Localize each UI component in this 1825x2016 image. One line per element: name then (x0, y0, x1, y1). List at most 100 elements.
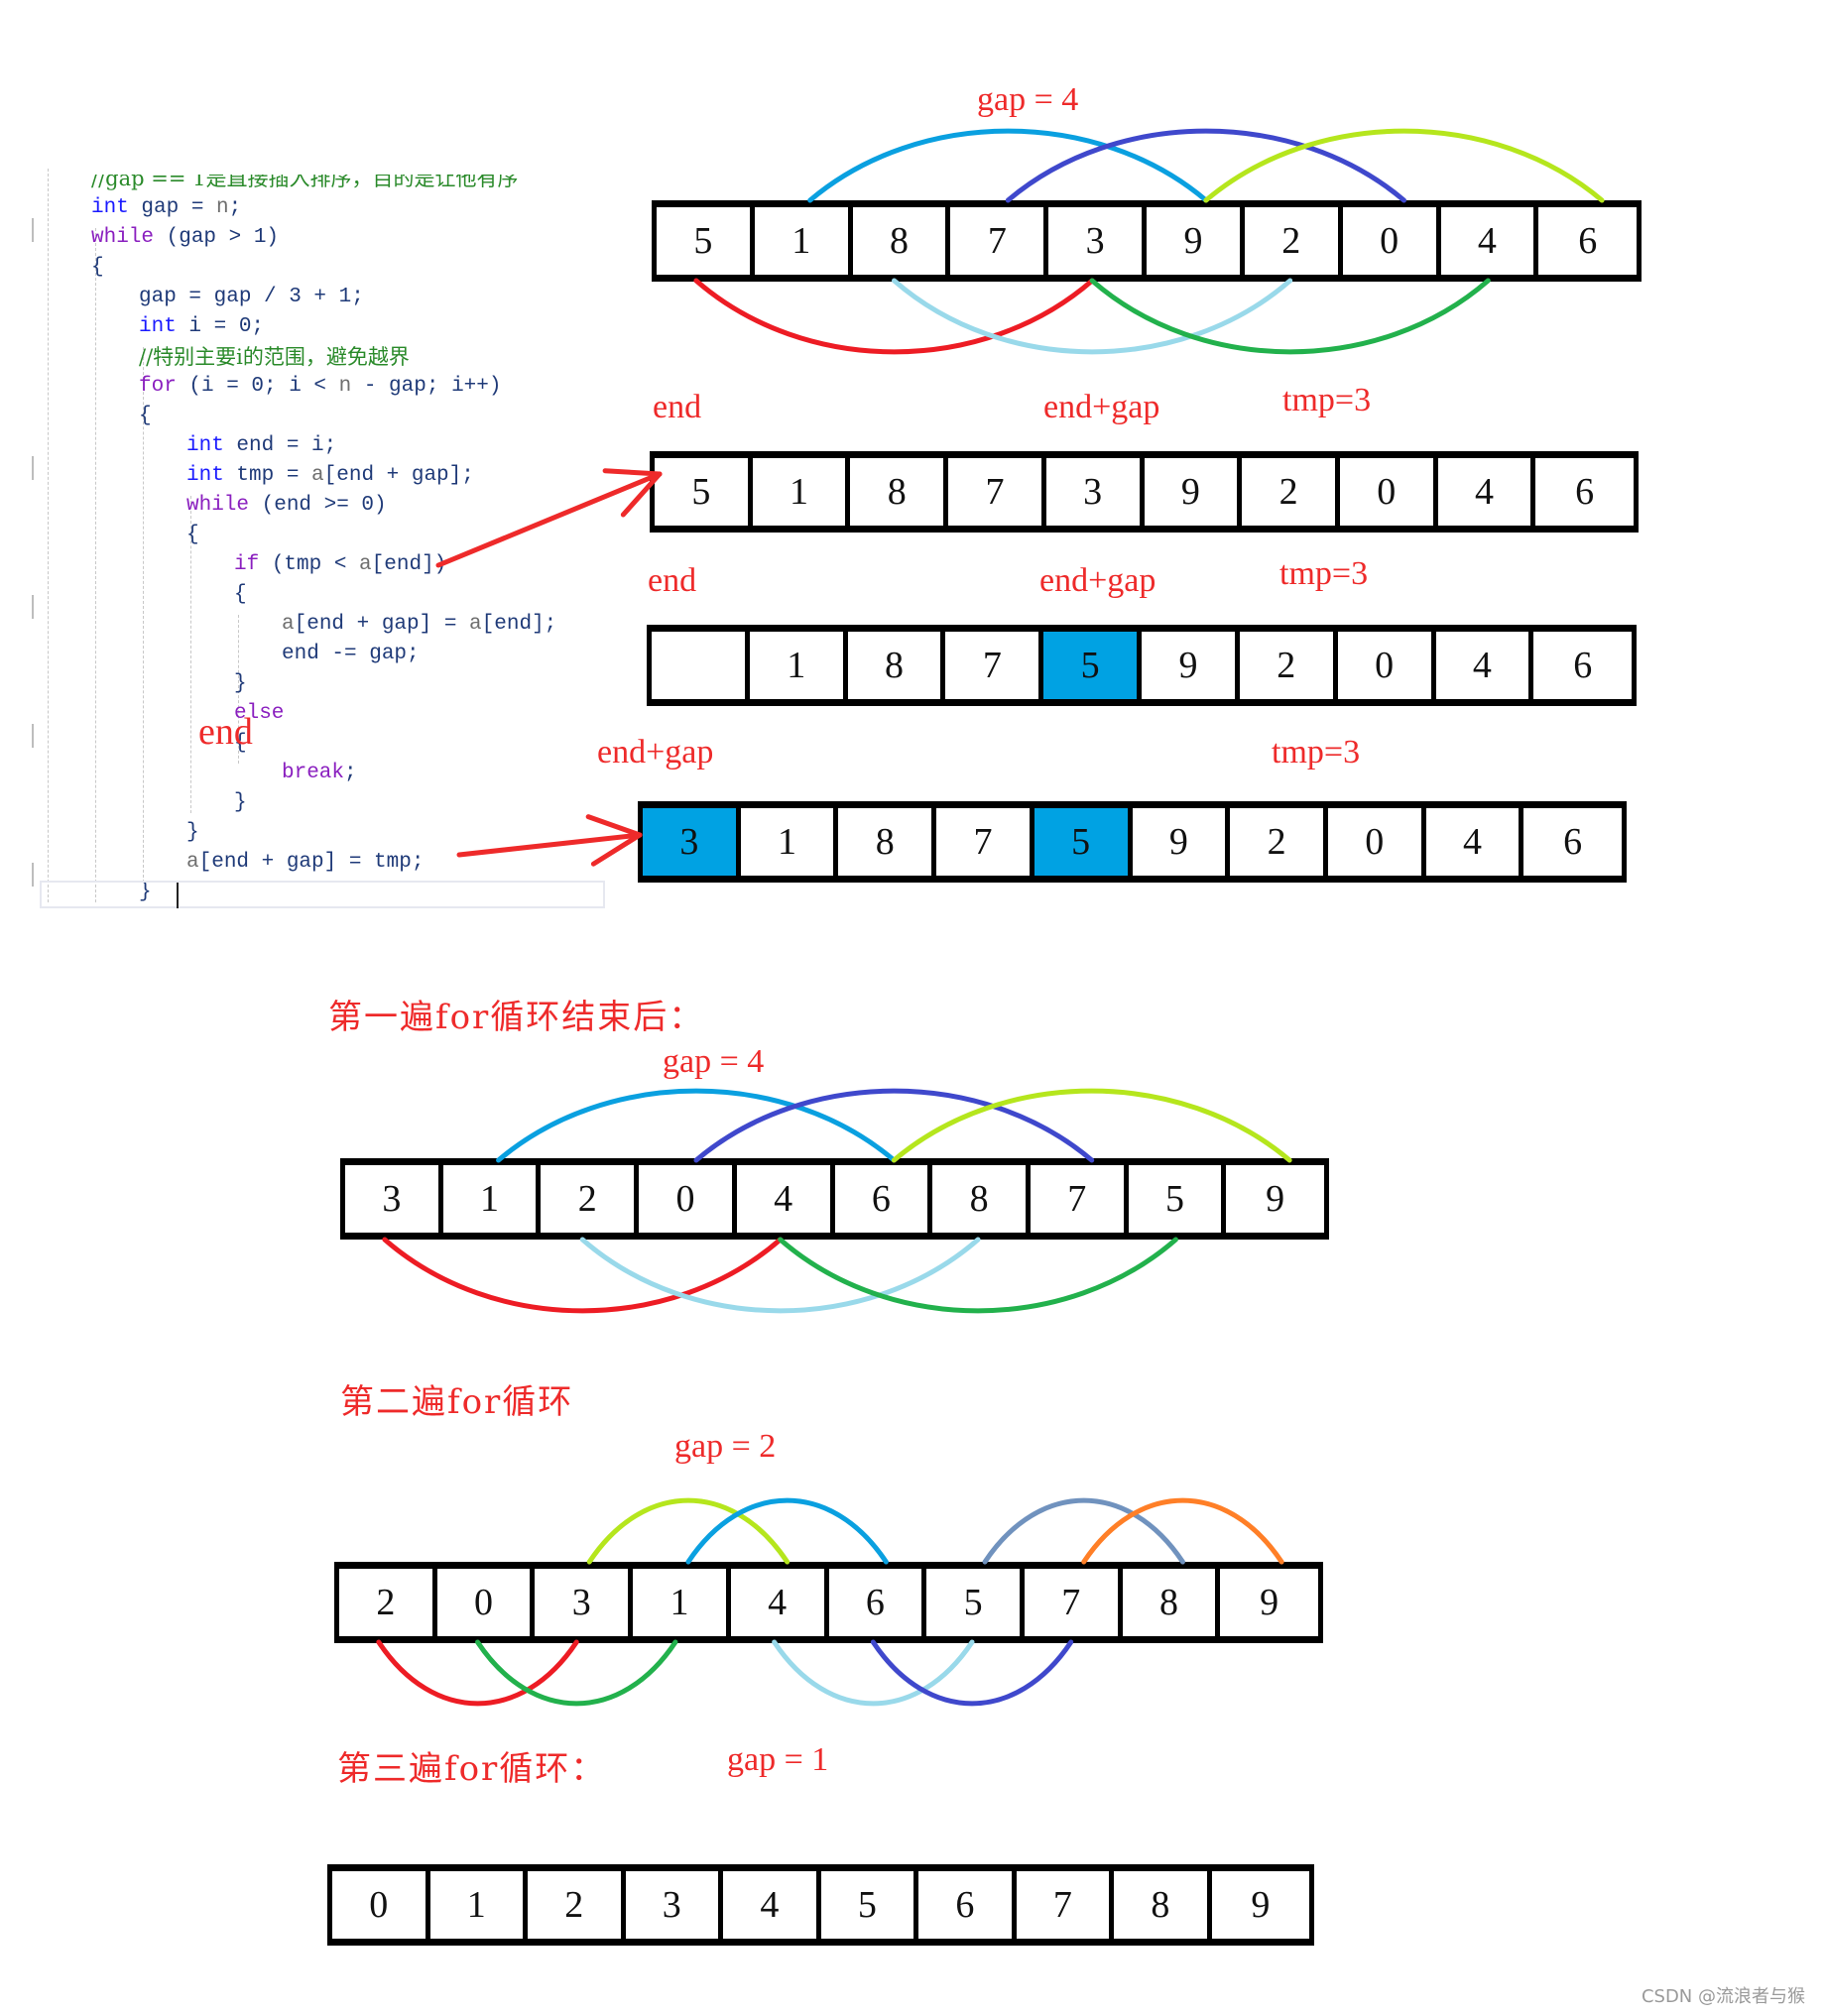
array-cell: 6 (1578, 220, 1598, 262)
code-line: end -= gap; (282, 641, 420, 668)
code-line: int end = i; (186, 432, 336, 460)
gap-arc-below (870, 1639, 1074, 1707)
gap-arc-above (807, 128, 1209, 203)
code-line: } (234, 789, 247, 817)
array-cell: 7 (936, 808, 1034, 876)
array-cell: 3 (345, 1165, 443, 1233)
code-token: { (186, 524, 199, 546)
array-cell: 2 (339, 1569, 437, 1636)
array-step-c: 3187592046 (638, 801, 1627, 883)
step-b-tmp-label: tmp=3 (1279, 555, 1369, 592)
array-cell: 5 (1034, 808, 1133, 876)
gap-arc-below (778, 1237, 1178, 1314)
watermark: CSDN @流浪者与猴 (1641, 1986, 1805, 2007)
code-token: } (234, 672, 247, 695)
code-editor-panel: //gap == 1是直接插入排序，目的是让他有序 int gap = n; whi… (30, 169, 605, 912)
array-cell: 4 (723, 1871, 821, 1939)
array-cell: 4 (1426, 808, 1524, 876)
code-token: i = 0; (176, 315, 265, 338)
array-pass2: 2031465789 (334, 1562, 1323, 1643)
code-token: a (282, 613, 295, 636)
array-cell: 2 (1240, 632, 1338, 699)
array-cell: 1 (750, 632, 848, 699)
code-line: if (tmp < a[end]) (234, 551, 446, 579)
gap-arc-above (1005, 128, 1406, 203)
array-cell: 7 (1017, 1871, 1115, 1939)
code-token: if (234, 553, 260, 576)
pass3-gap-label: gap = 1 (727, 1741, 829, 1778)
code-line: } (186, 819, 199, 847)
pass1-gap-label: gap = 4 (663, 1043, 765, 1080)
array-cell: 3 (1048, 207, 1148, 275)
array-cell: 5 (655, 458, 753, 526)
code-token: //gap == 1是直接插入排序，目的是让他有序 (91, 167, 519, 190)
gutter-fold-marker (32, 724, 34, 748)
code-token: a (186, 851, 199, 874)
code-token: - gap; i++) (351, 375, 502, 398)
array-cell: 5 (926, 1569, 1025, 1636)
gutter-fold-marker (32, 456, 34, 480)
array-cell: 9 (1145, 458, 1243, 526)
gap-arc-below (892, 278, 1293, 355)
code-line: { (234, 581, 247, 609)
code-token: (tmp < (259, 553, 360, 576)
array-initial: 5187392046 (652, 200, 1642, 282)
code-token: [end + gap] = tmp; (198, 851, 425, 874)
step-a-tmp-label: tmp=3 (1282, 382, 1372, 418)
step-b-end-label: end (648, 562, 697, 599)
array-cell: 7 (945, 632, 1044, 699)
array-cell: 9 (1266, 1178, 1285, 1220)
array-cell: 9 (1251, 1884, 1271, 1926)
code-line: a[end + gap] = tmp; (186, 849, 424, 877)
code-token: break (282, 762, 345, 784)
array-cell: 9 (1133, 808, 1231, 876)
code-line: //特别主要i的范围，避免越界 (139, 343, 410, 374)
code-line: break; (282, 760, 357, 787)
array-cell: 5 (1129, 1165, 1227, 1233)
array-cell: 2 (528, 1871, 626, 1939)
code-token: end = i; (223, 434, 337, 457)
code-line: gap = gap / 3 + 1; (139, 284, 364, 311)
array-step-b: 187592046 (647, 625, 1637, 706)
array-cell: 1 (755, 207, 853, 275)
gap-arc-above (586, 1497, 791, 1565)
code-token: [end]; (481, 613, 557, 636)
array-cell: 2 (1245, 207, 1343, 275)
code-token: ; (344, 762, 357, 784)
step-b-end-gap-label: end+gap (1039, 562, 1156, 599)
gap-arc-below (475, 1639, 678, 1707)
code-token: //特别主要i的范围，避免越界 (139, 345, 410, 369)
code-line: } (234, 670, 247, 698)
code-token: a (359, 553, 372, 576)
code-token: int (186, 464, 224, 487)
array-cell: 1 (443, 1165, 542, 1233)
array-pass1: 3120468759 (340, 1158, 1329, 1240)
code-line: int gap = n; (91, 194, 241, 222)
array-cell: 1 (741, 808, 839, 876)
array-cell: 1 (753, 458, 851, 526)
array-pass3: 0123456789 (327, 1864, 1314, 1946)
array-cell: 8 (1123, 1569, 1221, 1636)
indent-guide (95, 228, 96, 902)
code-line: { (186, 522, 199, 549)
code-token: gap = gap / 3 + 1; (139, 286, 364, 308)
code-token: int (139, 315, 177, 338)
code-token: } (186, 821, 199, 844)
array-cell: 3 (535, 1569, 634, 1636)
code-token: tmp = (223, 464, 312, 487)
step-a-end-label: end (653, 389, 702, 425)
array-cell: 5 (1043, 632, 1143, 699)
code-line: int tmp = a[end + gap]; (186, 462, 474, 490)
array-cell: 8 (932, 1165, 1031, 1233)
code-token: a (311, 464, 324, 487)
array-cell: 0 (1340, 458, 1438, 526)
code-token: [end + gap] = (294, 613, 470, 636)
code-token: { (234, 583, 247, 606)
array-cell: 2 (1242, 458, 1340, 526)
array-cell: 4 (1441, 207, 1539, 275)
array-cell: 8 (850, 458, 949, 526)
step-a-end-gap-label: end+gap (1043, 389, 1160, 425)
array-cell: 5 (657, 207, 755, 275)
code-line: while (end >= 0) (186, 492, 387, 520)
array-cell: 0 (332, 1871, 430, 1939)
